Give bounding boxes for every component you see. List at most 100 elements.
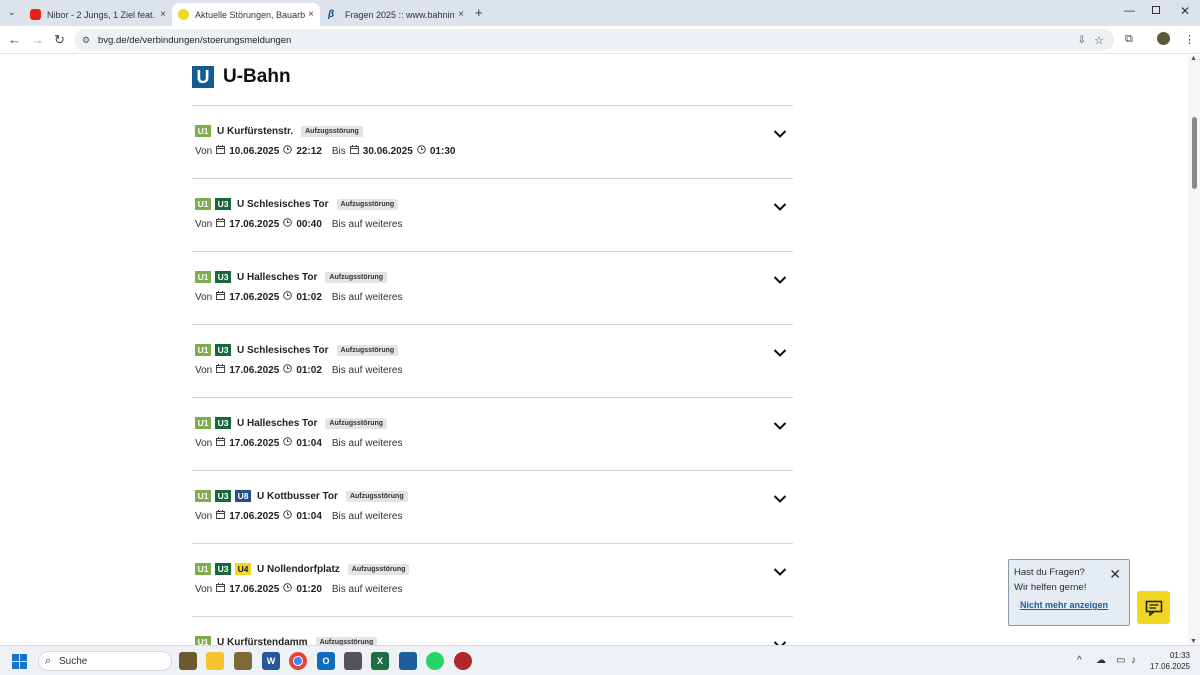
bookmark-star-icon[interactable]: ☆ <box>1094 34 1104 47</box>
reload-icon[interactable]: ↻ <box>54 32 65 48</box>
install-app-icon[interactable]: ⇩ <box>1078 35 1086 46</box>
forward-arrow-icon[interactable]: → <box>31 32 44 47</box>
chevron-down-icon[interactable] <box>773 345 787 357</box>
item-heading: U1 U3 U8 U Kottbusser Tor Aufzugsstörung <box>195 490 408 502</box>
scroll-down-arrow-icon[interactable]: ▼ <box>1190 638 1197 645</box>
clock-icon <box>417 145 426 157</box>
calendar-icon <box>216 583 226 595</box>
line-badge-u4: U4 <box>235 563 251 575</box>
windows-taskbar: ⌕ Suche W O X ^ ☁ ▭ ♪ 01:33 17.06.2025 <box>0 645 1200 675</box>
item-heading: U1 U3 U Hallesches Tor Aufzugsstörung <box>195 417 388 429</box>
onenote-app-icon[interactable] <box>344 652 362 670</box>
status-badge: Aufzugsstörung <box>345 490 408 502</box>
youtube-icon <box>30 9 41 20</box>
open-end-label: Bis auf weiteres <box>331 437 403 449</box>
station-name: U Kurfürstenstr. <box>217 125 294 137</box>
clock-time: 01:33 <box>1169 651 1190 660</box>
minimize-icon[interactable]: — <box>1124 5 1135 17</box>
clock-icon <box>283 510 293 522</box>
disruption-item[interactable]: U1 U3 U Schlesisches Tor Aufzugsstörung V… <box>192 179 793 252</box>
profile-avatar[interactable] <box>1157 32 1170 45</box>
file-explorer-icon[interactable] <box>206 652 224 670</box>
chevron-down-icon[interactable] <box>773 418 787 430</box>
tab-youtube[interactable]: Nibor - 2 Jungs, 1 Ziel feat. Da × <box>24 3 172 26</box>
chevron-down-icon[interactable] <box>773 199 787 211</box>
tray-chevron-icon[interactable]: ^ <box>1077 655 1082 666</box>
chevron-down-icon[interactable] <box>773 491 787 503</box>
extensions-icon[interactable]: ⧉ <box>1125 33 1133 46</box>
line-badge-u1: U1 <box>195 198 211 210</box>
game-app-2-icon[interactable] <box>234 652 252 670</box>
tab-close-icon[interactable]: × <box>160 9 166 20</box>
dismiss-link[interactable]: Nicht mehr anzeigen <box>1020 600 1108 610</box>
close-icon[interactable]: ✕ <box>1109 566 1121 583</box>
calendar-icon <box>216 437 226 449</box>
back-arrow-icon[interactable]: ← <box>8 32 21 47</box>
popup-line-1: Hast du Fragen? <box>1014 567 1085 578</box>
outlook-icon[interactable]: O <box>317 652 335 670</box>
disruption-item[interactable]: U1 U3 U Hallesches Tor Aufzugsstörung Von… <box>192 252 793 325</box>
station-name: U Hallesches Tor <box>237 271 318 283</box>
red-app-icon[interactable] <box>454 652 472 670</box>
tab-close-icon[interactable]: × <box>458 9 464 20</box>
chrome-icon[interactable] <box>289 652 307 670</box>
disruption-item[interactable]: U1 U3 U Schlesisches Tor Aufzugsstörung V… <box>192 325 793 398</box>
scrollbar-thumb[interactable] <box>1192 117 1197 189</box>
section-header: U U-Bahn <box>192 66 291 88</box>
address-bar[interactable]: ⚙ bvg.de/de/verbindungen/stoerungsmeldun… <box>74 29 1114 51</box>
bvg-favicon-icon <box>178 9 189 20</box>
menu-kebab-icon[interactable]: ⋮ <box>1184 33 1195 46</box>
disruption-item[interactable]: U1 U Kurfürstendamm Aufzugsstörung <box>192 617 793 645</box>
close-window-icon[interactable]: ✕ <box>1180 4 1190 18</box>
network-icon[interactable]: ▭ <box>1116 655 1125 666</box>
page-scrollbar[interactable]: ▲ ▼ <box>1188 55 1200 645</box>
word-icon[interactable]: W <box>262 652 280 670</box>
maximize-icon[interactable] <box>1152 6 1160 14</box>
chevron-down-icon[interactable] <box>773 126 787 138</box>
clock-icon <box>283 145 293 157</box>
windows-start-icon[interactable] <box>12 654 27 669</box>
whatsapp-icon[interactable] <box>426 652 444 670</box>
open-end-label: Bis auf weiteres <box>331 510 403 522</box>
volume-icon[interactable]: ♪ <box>1131 655 1136 666</box>
open-end-label: Bis auf weiteres <box>331 364 403 376</box>
line-badge-u1: U1 <box>195 344 211 356</box>
von-label: Von <box>195 145 213 157</box>
tab-close-icon[interactable]: × <box>308 9 314 20</box>
disruption-item[interactable]: U1 U3 U Hallesches Tor Aufzugsstörung Von… <box>192 398 793 471</box>
chevron-down-icon[interactable] <box>773 637 787 645</box>
system-clock[interactable]: 01:33 17.06.2025 <box>1148 650 1190 672</box>
excel-icon[interactable]: X <box>371 652 389 670</box>
app-blue-icon[interactable] <box>399 652 417 670</box>
scroll-up-arrow-icon[interactable]: ▲ <box>1190 55 1197 62</box>
item-validity: Von 17.06.2025 01:04 Bis auf weiteres <box>195 510 402 522</box>
line-badge-u1: U1 <box>195 563 211 575</box>
clock-icon <box>283 218 293 230</box>
bahninfo-favicon-icon: β <box>328 9 335 20</box>
status-badge: Aufzugsstörung <box>315 636 378 645</box>
item-validity: Von 17.06.2025 00:40 Bis auf weiteres <box>195 218 402 230</box>
tab-bahninfo[interactable]: β Fragen 2025 :: www.bahninfo-f × <box>322 3 470 26</box>
new-tab-button[interactable]: + <box>475 5 483 20</box>
tab-bvg[interactable]: Aktuelle Störungen, Bauarbeite × <box>172 3 320 26</box>
search-label: Suche <box>59 655 88 667</box>
item-validity: Von 17.06.2025 01:02 Bis auf weiteres <box>195 291 402 303</box>
line-badge-u3: U3 <box>215 490 231 502</box>
game-app-icon[interactable] <box>179 652 197 670</box>
chat-button[interactable] <box>1137 591 1170 624</box>
from-time: 01:20 <box>296 583 322 595</box>
line-badge-u3: U3 <box>215 271 231 283</box>
browser-toolbar: ← → ↻ ⚙ bvg.de/de/verbindungen/stoerungs… <box>0 26 1200 54</box>
bis-label: Bis <box>331 145 346 157</box>
taskbar-search[interactable]: ⌕ Suche <box>38 651 172 671</box>
chevron-down-icon[interactable] <box>773 272 787 284</box>
chevron-down-icon[interactable] <box>773 564 787 576</box>
disruption-item[interactable]: U1 U3 U4 U Nollendorfplatz Aufzugsstörung … <box>192 544 793 617</box>
disruption-item[interactable]: U1 U Kurfürstenstr. Aufzugsstörung Von 1… <box>192 106 793 179</box>
tab-search-chevron-icon[interactable]: ⌄ <box>8 7 16 18</box>
disruption-item[interactable]: U1 U3 U8 U Kottbusser Tor Aufzugsstörung V… <box>192 471 793 544</box>
from-time: 01:04 <box>296 510 322 522</box>
item-validity: Von 17.06.2025 01:04 Bis auf weiteres <box>195 437 402 449</box>
site-info-icon[interactable]: ⚙ <box>82 35 90 46</box>
onedrive-icon[interactable]: ☁ <box>1096 655 1106 666</box>
